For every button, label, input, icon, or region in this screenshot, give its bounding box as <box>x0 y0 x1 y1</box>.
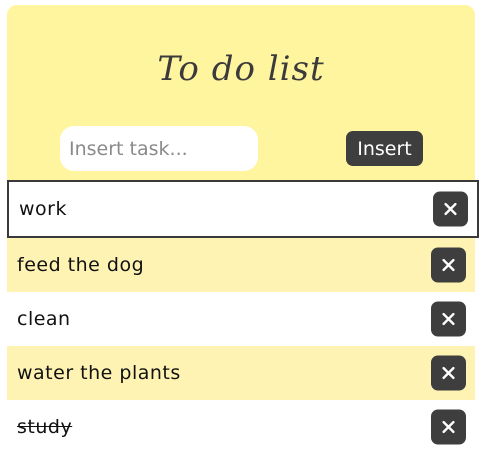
task-row[interactable]: feed the dog <box>7 238 475 292</box>
task-label: water the plants <box>17 362 181 384</box>
delete-task-button[interactable] <box>431 355 466 391</box>
todo-header: To do list Insert <box>7 5 475 181</box>
delete-task-button[interactable] <box>431 409 466 445</box>
delete-task-button[interactable] <box>433 191 468 227</box>
close-icon <box>442 420 455 434</box>
task-label: work <box>19 198 67 220</box>
task-row[interactable]: clean <box>7 292 475 346</box>
task-input[interactable] <box>60 126 258 171</box>
task-label: feed the dog <box>17 254 145 276</box>
task-row[interactable]: work <box>7 180 479 238</box>
delete-task-button[interactable] <box>431 247 466 283</box>
task-label: clean <box>17 308 71 330</box>
close-icon <box>444 202 457 216</box>
close-icon <box>442 258 455 272</box>
delete-task-button[interactable] <box>431 301 466 337</box>
close-icon <box>442 366 455 380</box>
task-row[interactable]: study <box>7 400 475 454</box>
page-title: To do list <box>157 49 325 89</box>
task-row[interactable]: water the plants <box>7 346 475 400</box>
close-icon <box>442 312 455 326</box>
task-list: work feed the dog clean water the plants <box>7 180 479 454</box>
insert-button[interactable]: Insert <box>346 131 423 166</box>
task-label: study <box>17 416 73 438</box>
